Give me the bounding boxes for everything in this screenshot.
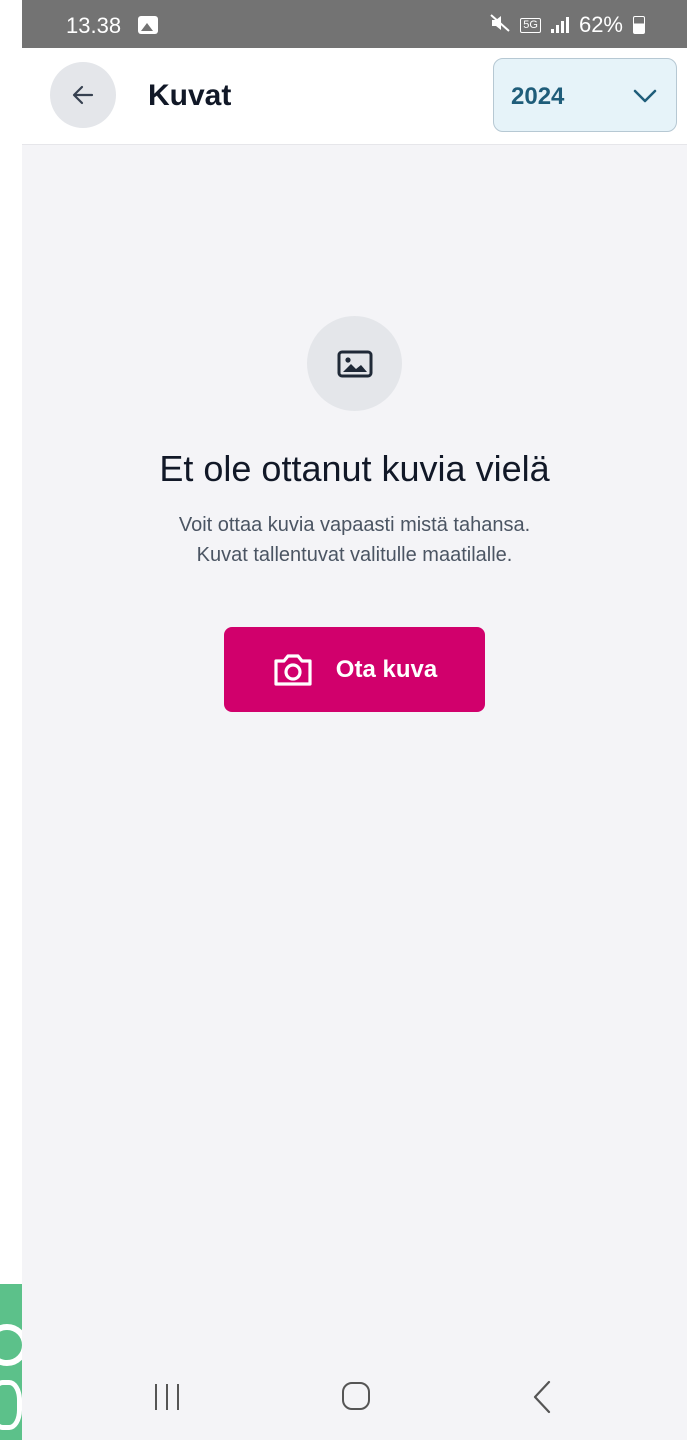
empty-state-description-line: Kuvat tallentuvat valitulle maatilalle.	[196, 544, 513, 566]
phone-screen: 13.38 5G 62% Kuvat 2024 Et ole ottanut k…	[22, 0, 687, 1440]
year-select-value: 2024	[511, 83, 565, 110]
system-navigation-bar	[22, 1350, 687, 1440]
camera-icon	[274, 653, 312, 686]
image-placeholder	[307, 316, 402, 411]
recents-icon[interactable]	[155, 1384, 179, 1410]
page-title: Kuvat	[148, 79, 232, 112]
chevron-down-icon	[633, 89, 657, 103]
mute-icon	[490, 13, 510, 37]
year-select[interactable]: 2024	[493, 58, 677, 132]
app-bar: Kuvat 2024	[22, 48, 687, 145]
battery-icon	[633, 16, 645, 34]
take-photo-button[interactable]: Ota kuva	[224, 627, 485, 712]
status-indicators: 5G 62%	[490, 12, 645, 38]
empty-state-title: Et ole ottanut kuvia vielä	[159, 448, 550, 489]
empty-state-description: Voit ottaa kuvia vapaasti mistä tahansa.…	[22, 510, 687, 570]
network-type-icon: 5G	[520, 17, 541, 33]
home-icon[interactable]	[342, 1382, 370, 1410]
gallery-notification-icon	[138, 16, 158, 34]
status-bar: 13.38 5G 62%	[22, 0, 687, 48]
left-edge-strip	[0, 0, 22, 1440]
status-time: 13.38	[66, 13, 122, 38]
back-icon[interactable]	[532, 1380, 552, 1414]
signal-icon	[550, 17, 569, 33]
take-photo-label: Ota kuva	[335, 655, 438, 683]
battery-percent: 62%	[578, 12, 623, 37]
background-app-edge	[0, 1284, 22, 1440]
back-button[interactable]	[50, 62, 116, 128]
image-icon	[337, 350, 372, 377]
arrow-left-icon	[72, 85, 94, 105]
empty-state-description-line: Voit ottaa kuvia vapaasti mistä tahansa.	[178, 514, 531, 536]
